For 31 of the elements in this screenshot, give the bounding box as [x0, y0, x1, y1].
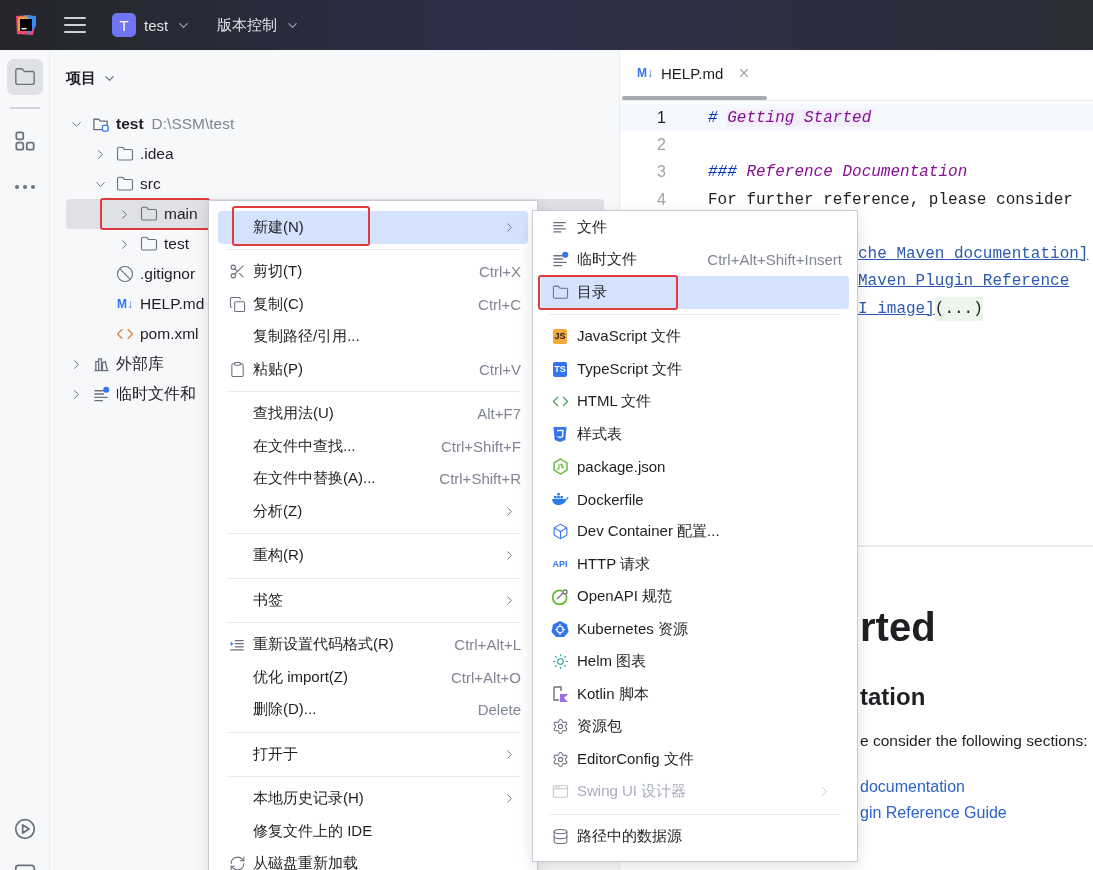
- panel-title: 项目: [66, 68, 96, 88]
- code-line: I image](...): [858, 299, 983, 318]
- shortcut-text: Ctrl+Alt+Shift+Insert: [707, 251, 842, 269]
- shortcut-text: Ctrl+Shift+R: [439, 470, 521, 488]
- line-number: 4: [656, 190, 666, 209]
- ts-badge: TS: [553, 361, 567, 377]
- preview-heading: tation: [860, 682, 926, 712]
- path-text: D:\SSM\test: [151, 115, 235, 133]
- line-number: 1: [656, 108, 666, 127]
- shortcut-text: Ctrl+Shift+F: [440, 437, 521, 455]
- js-badge: JS: [553, 329, 567, 345]
- project-avatar: T: [112, 13, 136, 37]
- line-number: 2: [656, 135, 666, 154]
- code-line: ### Reference Documentation: [708, 163, 968, 182]
- code-line: # Getting Started: [708, 108, 872, 127]
- shortcut-text: Alt+F7: [477, 405, 521, 423]
- shortcut-text: Ctrl+V: [478, 360, 521, 378]
- code-line: For further reference, please consider: [708, 190, 1073, 209]
- shortcut-text: Ctrl+X: [478, 263, 521, 281]
- api-label: API: [551, 557, 569, 571]
- shortcut-text: Delete: [477, 701, 521, 719]
- shortcut-text: Ctrl+Alt+O: [450, 668, 521, 686]
- code-line: che Maven documentation]: [858, 245, 1089, 264]
- shortcut-text: Ctrl+C: [478, 295, 521, 313]
- preview-paragraph: e consider the following sections:: [860, 731, 1088, 751]
- markdown-icon: M↓: [637, 66, 653, 80]
- shortcut-text: Ctrl+Alt+L: [454, 636, 521, 654]
- markdown-icon: M↓: [117, 297, 133, 311]
- line-number: 3: [656, 163, 666, 182]
- preview-heading: rted: [860, 604, 936, 651]
- code-line: Maven Plugin Reference: [858, 272, 1070, 291]
